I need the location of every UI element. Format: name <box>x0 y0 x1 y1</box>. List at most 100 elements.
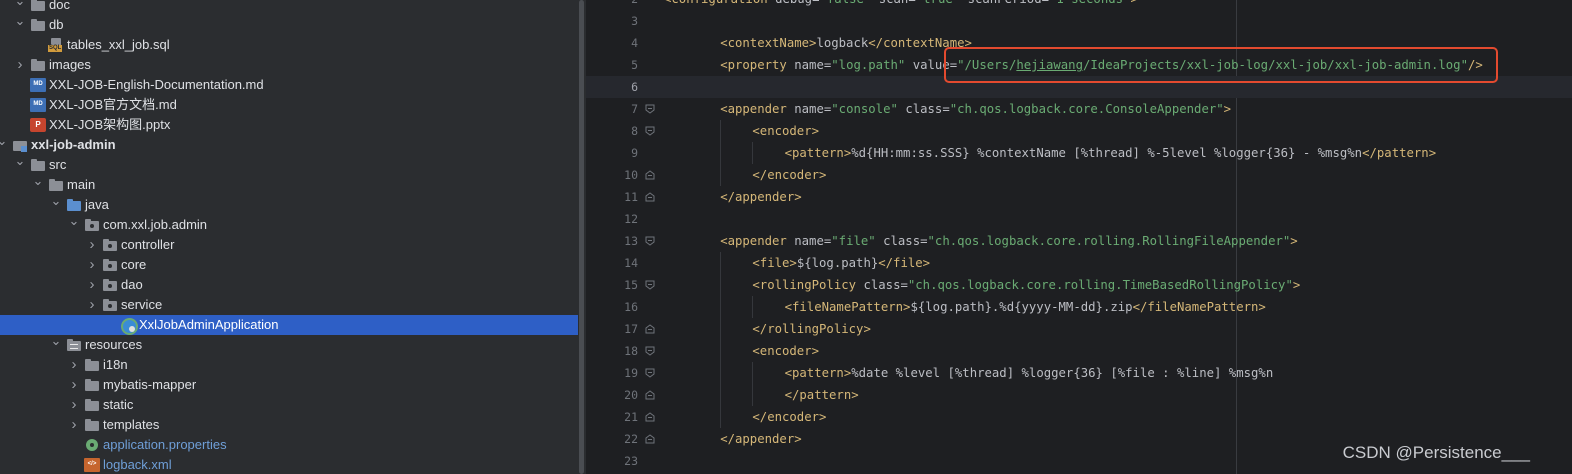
fold-open-icon[interactable] <box>645 346 655 356</box>
chevron-right-icon[interactable]: › <box>68 395 80 415</box>
chevron-down-icon[interactable]: ⌄ <box>68 211 80 231</box>
chevron-right-icon[interactable]: › <box>86 235 98 255</box>
tree-scrollbar-thumb[interactable] <box>579 0 584 474</box>
tree-scrollbar[interactable] <box>579 0 585 474</box>
tree-item-xxl-job-admin[interactable]: ⌄ xxl-job-admin <box>0 133 578 155</box>
folder-icon <box>84 418 100 432</box>
tree-item-resources[interactable]: ⌄ resources <box>0 333 578 355</box>
chevron-down-icon[interactable]: ⌄ <box>14 151 26 171</box>
fold-close-icon[interactable] <box>645 192 655 202</box>
fold-open-icon[interactable] <box>645 280 655 290</box>
code-line[interactable]: 17 </rollingPolicy> <box>586 318 1572 340</box>
code-text: <pattern>%date %level [%thread] %logger{… <box>785 362 1274 384</box>
code-editor[interactable]: 2 <configuration debug="false" scan="true… <box>586 0 1572 474</box>
line-number: 4 <box>631 36 638 50</box>
code-line[interactable]: 11 </appender> <box>586 186 1572 208</box>
chevron-right-icon[interactable]: › <box>68 415 80 435</box>
tree-item-src[interactable]: ⌄ src <box>0 153 578 175</box>
tree-item-label: XXL-JOB架构图.pptx <box>49 117 171 132</box>
markdown-file-icon: MD <box>30 98 46 112</box>
line-number: 23 <box>624 454 638 468</box>
tree-item-xxljobadminapplication[interactable]: XxlJobAdminApplication <box>0 315 578 335</box>
indent-guide <box>720 340 722 362</box>
fold-close-icon[interactable] <box>645 390 655 400</box>
code-token: </encoder> <box>752 168 827 182</box>
tree-item-static[interactable]: › static <box>0 395 578 415</box>
tree-item-xxl-job架构图-pptx[interactable]: P XXL-JOB架构图.pptx <box>0 115 578 135</box>
code-line[interactable]: 16 <fileNamePattern>${log.path}.%d{yyyy-M… <box>586 296 1572 318</box>
code-line[interactable]: 19 <pattern>%date %level [%thread] %logge… <box>586 362 1572 384</box>
code-token: name= <box>794 102 832 116</box>
chevron-right-icon[interactable]: › <box>68 375 80 395</box>
code-line[interactable]: 13 <appender name="file" class="ch.qos.lo… <box>586 230 1572 252</box>
code-text: </pattern> <box>785 384 859 406</box>
tree-item-com-xxl-job-admin[interactable]: ⌄ com.xxl.job.admin <box>0 213 578 235</box>
code-line[interactable]: 9 <pattern>%d{HH:mm:ss.SSS} %contextName … <box>586 142 1572 164</box>
tree-item-label: application.properties <box>103 437 227 452</box>
project-tree-panel[interactable]: ⌄ doc ⌄ db SQL tables_xxl_job.sql › images MD XXL… <box>0 0 578 474</box>
indent-guide <box>720 142 722 164</box>
code-line[interactable]: 21 </encoder> <box>586 406 1572 428</box>
code-token: class= <box>905 102 950 116</box>
tree-item-mybatis-mapper[interactable]: › mybatis-mapper <box>0 375 578 395</box>
line-number: 3 <box>631 14 638 28</box>
code-token: </pattern> <box>784 388 859 402</box>
tree-item-application-properties[interactable]: application.properties <box>0 435 578 455</box>
code-token: </rollingPolicy> <box>752 322 871 336</box>
fold-open-icon[interactable] <box>645 368 655 378</box>
code-line[interactable]: 8 <encoder> <box>586 120 1572 142</box>
line-number: 8 <box>631 124 638 138</box>
tree-item-java[interactable]: ⌄ java <box>0 193 578 215</box>
tree-item-logback-xml[interactable]: </> logback.xml <box>0 455 578 474</box>
chevron-down-icon[interactable]: ⌄ <box>50 191 62 211</box>
code-line[interactable]: 12 <box>586 208 1572 230</box>
code-line[interactable]: 3 <box>586 10 1572 32</box>
tree-item-xxl-job-english-documentation-md[interactable]: MD XXL-JOB-English-Documentation.md <box>0 75 578 95</box>
code-line[interactable]: 5 <property name="log.path" value="/Users… <box>586 54 1572 76</box>
chevron-down-icon[interactable]: ⌄ <box>14 0 26 11</box>
fold-open-icon[interactable] <box>645 126 655 136</box>
code-line[interactable]: 10 </encoder> <box>586 164 1572 186</box>
code-token: > <box>1130 0 1137 6</box>
code-token: "ch.qos.logback.core.ConsoleAppender" <box>949 102 1224 116</box>
tree-item-main[interactable]: ⌄ main <box>0 173 578 195</box>
fold-close-icon[interactable] <box>645 412 655 422</box>
code-token: > <box>1292 278 1301 292</box>
chevron-down-icon[interactable]: ⌄ <box>50 331 62 351</box>
tree-item-service[interactable]: › service <box>0 295 578 315</box>
code-line[interactable]: 2 <configuration debug="false" scan="true… <box>586 0 1572 10</box>
code-token: <file> <box>752 256 797 270</box>
code-line[interactable]: 20 </pattern> <box>586 384 1572 406</box>
tree-item-dao[interactable]: › dao <box>0 275 578 295</box>
code-line[interactable]: 14 <file>${log.path}</file> <box>586 252 1572 274</box>
tree-item-tables-xxl-job-sql[interactable]: SQL tables_xxl_job.sql <box>0 35 578 55</box>
fold-close-icon[interactable] <box>645 170 655 180</box>
code-line[interactable]: 18 <encoder> <box>586 340 1572 362</box>
tree-item-xxl-job官方文档-md[interactable]: MD XXL-JOB官方文档.md <box>0 95 578 115</box>
tree-item-doc[interactable]: ⌄ doc <box>0 0 578 15</box>
fold-open-icon[interactable] <box>645 236 655 246</box>
code-line[interactable]: 7 <appender name="console" class="ch.qos.… <box>586 98 1572 120</box>
chevron-right-icon[interactable]: › <box>86 295 98 315</box>
chevron-down-icon[interactable]: ⌄ <box>32 171 44 191</box>
tree-item-core[interactable]: › core <box>0 255 578 275</box>
chevron-down-icon[interactable]: ⌄ <box>0 131 8 151</box>
chevron-right-icon[interactable]: › <box>14 55 26 75</box>
code-line[interactable]: 15 <rollingPolicy class="ch.qos.logback.c… <box>586 274 1572 296</box>
tree-item-images[interactable]: › images <box>0 55 578 75</box>
tree-item-controller[interactable]: › controller <box>0 235 578 255</box>
fold-open-icon[interactable] <box>645 104 655 114</box>
chevron-right-icon[interactable]: › <box>86 255 98 275</box>
fold-close-icon[interactable] <box>645 434 655 444</box>
folder-icon <box>30 0 46 12</box>
chevron-down-icon[interactable]: ⌄ <box>14 11 26 31</box>
line-number: 18 <box>624 344 638 358</box>
tree-item-db[interactable]: ⌄ db <box>0 13 578 35</box>
code-line[interactable]: 4 <contextName>logback</contextName> <box>586 32 1572 54</box>
fold-close-icon[interactable] <box>645 324 655 334</box>
chevron-right-icon[interactable]: › <box>68 355 80 375</box>
tree-item-templates[interactable]: › templates <box>0 415 578 435</box>
tree-item-i18n[interactable]: › i18n <box>0 355 578 375</box>
chevron-right-icon[interactable]: › <box>86 275 98 295</box>
code-line[interactable]: 6 <box>586 76 1572 98</box>
